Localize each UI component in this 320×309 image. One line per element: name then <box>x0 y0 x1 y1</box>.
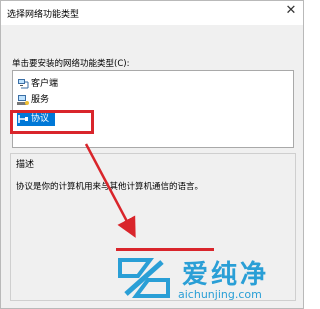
watermark-brand-text: 爱纯净 <box>182 260 270 290</box>
brand-logo-icon <box>118 258 170 298</box>
annotation-underline <box>116 248 214 251</box>
watermark: 爱纯净 aichunjing.com <box>116 252 298 304</box>
watermark-url-text: aichunjing.com <box>178 288 262 301</box>
